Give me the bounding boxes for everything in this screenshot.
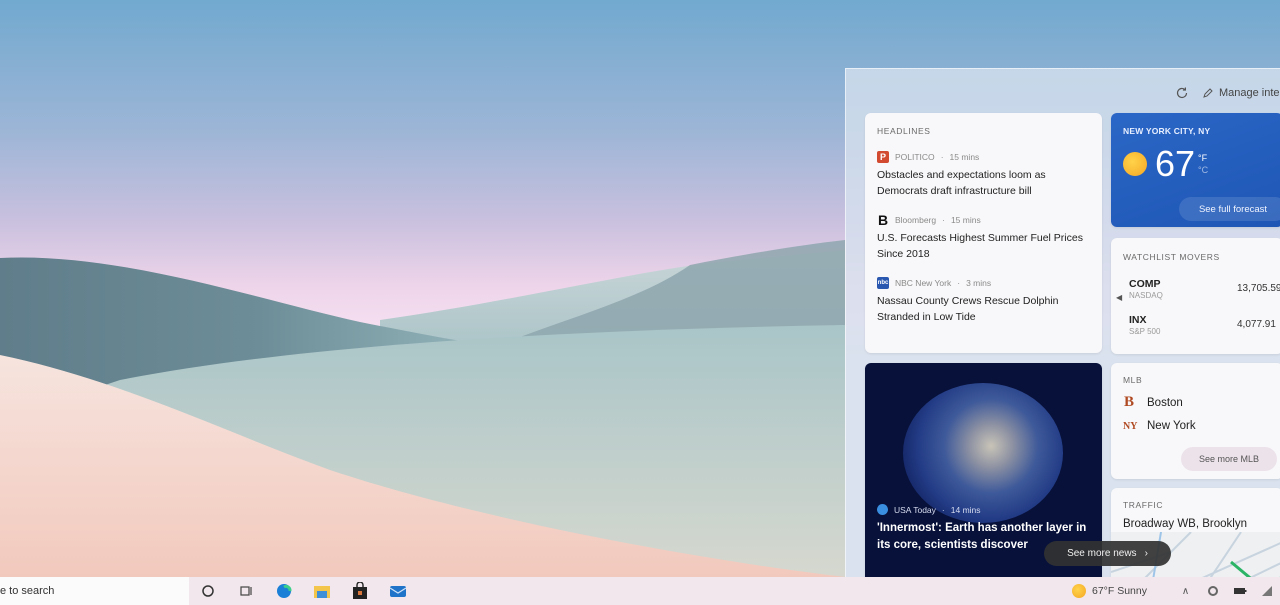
watchlist-row[interactable]: COMP NASDAQ 13,705.59 bbox=[1129, 278, 1280, 306]
tray-app-button[interactable] bbox=[1199, 577, 1226, 605]
mail-button[interactable] bbox=[379, 577, 417, 605]
manage-interests-label: Manage inte bbox=[1219, 87, 1280, 99]
headline-age: 3 mins bbox=[966, 277, 992, 288]
gear-icon bbox=[1207, 586, 1218, 596]
headline-source: POLITICO bbox=[895, 151, 935, 162]
watchlist-row[interactable]: INX S&P 500 4,077.91 bbox=[1129, 314, 1280, 342]
refresh-icon bbox=[1176, 87, 1188, 99]
file-explorer-button[interactable] bbox=[303, 577, 341, 605]
red-sox-logo-icon: B bbox=[1123, 394, 1134, 410]
unit-celsius-toggle[interactable]: °C bbox=[1198, 164, 1208, 176]
folder-icon bbox=[314, 586, 330, 598]
usa-today-logo-icon bbox=[877, 504, 888, 515]
mlb-card: MLB B Boston NY New York See more MLB bbox=[1111, 363, 1280, 479]
stock-value: 4,077.91 bbox=[1237, 319, 1276, 330]
taskbar-weather-button[interactable]: 67°F Sunny bbox=[1072, 577, 1147, 605]
headlines-card: HEADLINES P POLITICO · 15 mins Obstacles an… bbox=[865, 113, 1102, 353]
weather-temperature: 67 bbox=[1155, 143, 1196, 184]
news-age: 14 mins bbox=[950, 504, 981, 515]
panel-header: Manage inte bbox=[846, 81, 1280, 105]
network-button[interactable] bbox=[1253, 577, 1280, 605]
nbc-logo-icon: nbc bbox=[877, 276, 889, 289]
see-more-news-button[interactable]: See more news › bbox=[1044, 541, 1171, 566]
taskbar-weather-label: 67°F Sunny bbox=[1092, 585, 1147, 597]
headline-age: 15 mins bbox=[950, 214, 981, 225]
search-placeholder: e to search bbox=[0, 585, 55, 597]
store-bag-icon bbox=[353, 582, 367, 599]
headline-source: NBC New York bbox=[895, 277, 952, 288]
headline-item[interactable]: B Bloomberg · 15 mins U.S. Forecasts Highes… bbox=[877, 211, 1090, 262]
team-row[interactable]: B Boston bbox=[1123, 394, 1271, 411]
politico-logo-icon: P bbox=[877, 150, 889, 163]
traffic-title: TRAFFIC bbox=[1123, 500, 1164, 510]
edge-button[interactable] bbox=[265, 577, 303, 605]
battery-button[interactable] bbox=[1226, 577, 1253, 605]
network-signal-icon bbox=[1261, 586, 1272, 596]
previous-arrow-icon[interactable]: ◀ bbox=[1116, 293, 1122, 302]
task-view-icon bbox=[240, 586, 252, 596]
widgets-panel: Manage inte HEADLINES P POLITICO · 15 mins … bbox=[845, 68, 1280, 577]
headline-age: 15 mins bbox=[949, 151, 980, 162]
stock-value: 13,705.59 bbox=[1237, 283, 1280, 294]
chevron-right-icon: › bbox=[1144, 548, 1148, 559]
chevron-up-icon: ∧ bbox=[1181, 585, 1190, 597]
headline-item[interactable]: nbc NBC New York · 3 mins Nassau County Cre… bbox=[877, 276, 1090, 325]
mets-logo-icon: NY bbox=[1123, 420, 1138, 432]
unit-fahrenheit-toggle[interactable]: °F bbox=[1198, 152, 1208, 164]
headline-source: Bloomberg bbox=[895, 214, 937, 225]
refresh-button[interactable] bbox=[1172, 81, 1192, 105]
team-name: Boston bbox=[1147, 396, 1183, 409]
watchlist-card: WATCHLIST MOVERS ◀ COMP NASDAQ 13,705.59… bbox=[1111, 238, 1280, 354]
mlb-title: MLB bbox=[1123, 375, 1143, 385]
see-more-news-label: See more news bbox=[1067, 548, 1137, 559]
task-view-button[interactable] bbox=[227, 577, 265, 605]
show-hidden-icons-button[interactable]: ∧ bbox=[1172, 577, 1199, 605]
manage-interests-button[interactable]: Manage inte bbox=[1202, 81, 1280, 105]
see-full-forecast-button[interactable]: See full forecast bbox=[1179, 197, 1280, 221]
taskbar: e to search 67°F Sunny ∧ bbox=[0, 577, 1280, 605]
headlines-title: HEADLINES bbox=[877, 126, 931, 136]
traffic-location: Broadway WB, Brooklyn bbox=[1123, 518, 1247, 530]
headline-title: Obstacles and expectations loom as Democ… bbox=[877, 169, 1046, 197]
cortana-circle-icon bbox=[202, 585, 214, 597]
weather-location: NEW YORK CITY, NY bbox=[1123, 126, 1211, 136]
team-name: New York bbox=[1147, 420, 1196, 432]
bloomberg-logo-icon: B bbox=[877, 211, 889, 228]
team-row[interactable]: NY New York bbox=[1123, 420, 1271, 432]
sunny-icon bbox=[1123, 152, 1147, 176]
microsoft-store-button[interactable] bbox=[341, 577, 379, 605]
edge-browser-icon bbox=[277, 584, 292, 598]
headline-title: Nassau County Crews Rescue Dolphin Stran… bbox=[877, 295, 1059, 323]
sunny-icon bbox=[1072, 584, 1086, 598]
battery-icon bbox=[1233, 588, 1246, 594]
headline-title: U.S. Forecasts Highest Summer Fuel Price… bbox=[877, 232, 1083, 260]
watchlist-title: WATCHLIST MOVERS bbox=[1123, 252, 1220, 262]
earth-image bbox=[903, 383, 1063, 523]
news-source: USA Today bbox=[894, 504, 936, 515]
mail-icon bbox=[389, 586, 407, 597]
pencil-icon bbox=[1203, 88, 1213, 98]
headline-item[interactable]: P POLITICO · 15 mins Obstacles and expectat… bbox=[877, 150, 1090, 199]
cortana-button[interactable] bbox=[189, 577, 227, 605]
weather-card[interactable]: NEW YORK CITY, NY 67 °F °C See full fore… bbox=[1111, 113, 1280, 227]
taskbar-search-input[interactable]: e to search bbox=[0, 577, 189, 605]
see-more-mlb-button[interactable]: See more MLB bbox=[1181, 447, 1277, 471]
